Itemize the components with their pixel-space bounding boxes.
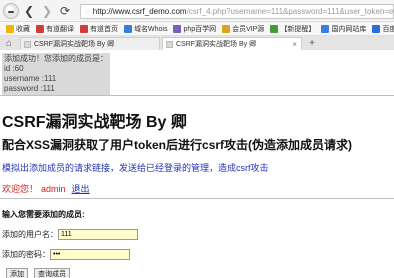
- bookmark-favicon-icon: [80, 24, 88, 33]
- tab-1[interactable]: CSRF漏洞实战靶场 By 卿: [20, 37, 160, 50]
- bookmarks-bar: 收藏 有道翻译 有道首页 域名Whois php百学网 会员VIP源 【新提醒】…: [0, 22, 394, 36]
- url-host: http://www.csrf_demo.com: [92, 7, 187, 16]
- bookmark-item[interactable]: 百度一下: [372, 24, 394, 34]
- add-member-button[interactable]: 添加: [6, 268, 28, 278]
- back-button[interactable]: ❮: [21, 3, 37, 19]
- browser-toolbar: ❮ ❯ ⟳ ⌂ ☆ ◌ http://www.csrf_demo.com/csr…: [0, 0, 394, 22]
- alert-line-password: password :111: [4, 84, 55, 93]
- password-input[interactable]: [50, 249, 130, 260]
- bookmark-favicon-icon: [36, 24, 44, 33]
- bookmark-item[interactable]: 【新提醒】: [270, 24, 315, 34]
- password-label: 添加的密码：: [2, 250, 50, 259]
- page-subtitle: 配合XSS漏洞获取了用户token后进行csrf攻击(伪造添加成员请求): [2, 138, 353, 152]
- tab-home-icon[interactable]: ⌂: [0, 36, 18, 50]
- bookmark-favicon-icon: [270, 24, 279, 33]
- page-description: 模拟出添加成员的请求链接，发送给已经登录的管理，造成csrf攻击: [2, 163, 269, 173]
- bookmark-item[interactable]: php百学网: [173, 24, 216, 34]
- tab-2-active[interactable]: CSRF漏洞实战靶场 By 卿 ×: [162, 37, 302, 50]
- browser-logo-icon[interactable]: [3, 2, 19, 19]
- page-favicon-icon: [24, 40, 31, 48]
- address-bar[interactable]: ◌ http://www.csrf_demo.com/csrf_4.php?us…: [80, 4, 394, 19]
- bookmark-item[interactable]: 国内网站库: [321, 24, 366, 34]
- username-input[interactable]: [58, 229, 138, 240]
- welcome-line: 欢迎您！ admin 退出: [2, 182, 90, 195]
- bookmark-item[interactable]: 有道翻译: [36, 24, 74, 34]
- divider: [0, 95, 394, 96]
- alert-line-id: id :60: [4, 64, 24, 73]
- query-members-button[interactable]: 查询成员: [34, 268, 70, 278]
- tab-strip: ⌂ CSRF漏洞实战靶场 By 卿 CSRF漏洞实战靶场 By 卿 × +: [0, 36, 394, 50]
- form-title: 输入您需要添加的成员:: [2, 210, 85, 219]
- page-favicon-icon: [166, 40, 173, 48]
- bookmark-item[interactable]: 有道首页: [80, 24, 118, 34]
- current-username: admin: [41, 183, 66, 194]
- forward-button[interactable]: ❯: [39, 3, 55, 19]
- divider: [0, 198, 394, 199]
- success-alert: 添加成功！您添加的成员是： id :60 username :111 passw…: [2, 53, 110, 95]
- username-label: 添加的用户名：: [2, 230, 58, 239]
- page-title: CSRF漏洞实战靶场 By 卿: [2, 114, 187, 131]
- url-path: /csrf_4.php?username=111&password=111&us…: [186, 7, 394, 16]
- password-row: 添加的密码：: [2, 249, 130, 260]
- bookmark-favicon-icon: [124, 24, 132, 33]
- reload-button[interactable]: ⟳: [57, 3, 73, 19]
- page-content: 添加成功！您添加的成员是： id :60 username :111 passw…: [0, 51, 394, 278]
- tab-close-icon[interactable]: ×: [292, 40, 297, 49]
- bookmark-item[interactable]: 域名Whois: [124, 24, 167, 34]
- bookmark-favicon-icon: [173, 24, 182, 33]
- alert-line-message: 添加成功！您添加的成员是：: [4, 54, 108, 63]
- bookmark-star-icon: [6, 24, 14, 33]
- bookmark-favicon-icon: [321, 24, 330, 33]
- logout-link[interactable]: 退出: [72, 182, 90, 195]
- alert-line-username: username :111: [4, 74, 57, 83]
- welcome-text: 欢迎您！: [2, 184, 39, 194]
- bookmark-item[interactable]: 收藏: [6, 24, 30, 34]
- bookmark-favicon-icon: [372, 24, 381, 33]
- bookmark-item[interactable]: 会员VIP源: [222, 24, 264, 34]
- username-row: 添加的用户名：: [2, 229, 138, 240]
- page-info-icon[interactable]: ◌: [85, 7, 90, 16]
- bookmark-favicon-icon: [222, 24, 231, 33]
- new-tab-icon[interactable]: +: [305, 37, 319, 50]
